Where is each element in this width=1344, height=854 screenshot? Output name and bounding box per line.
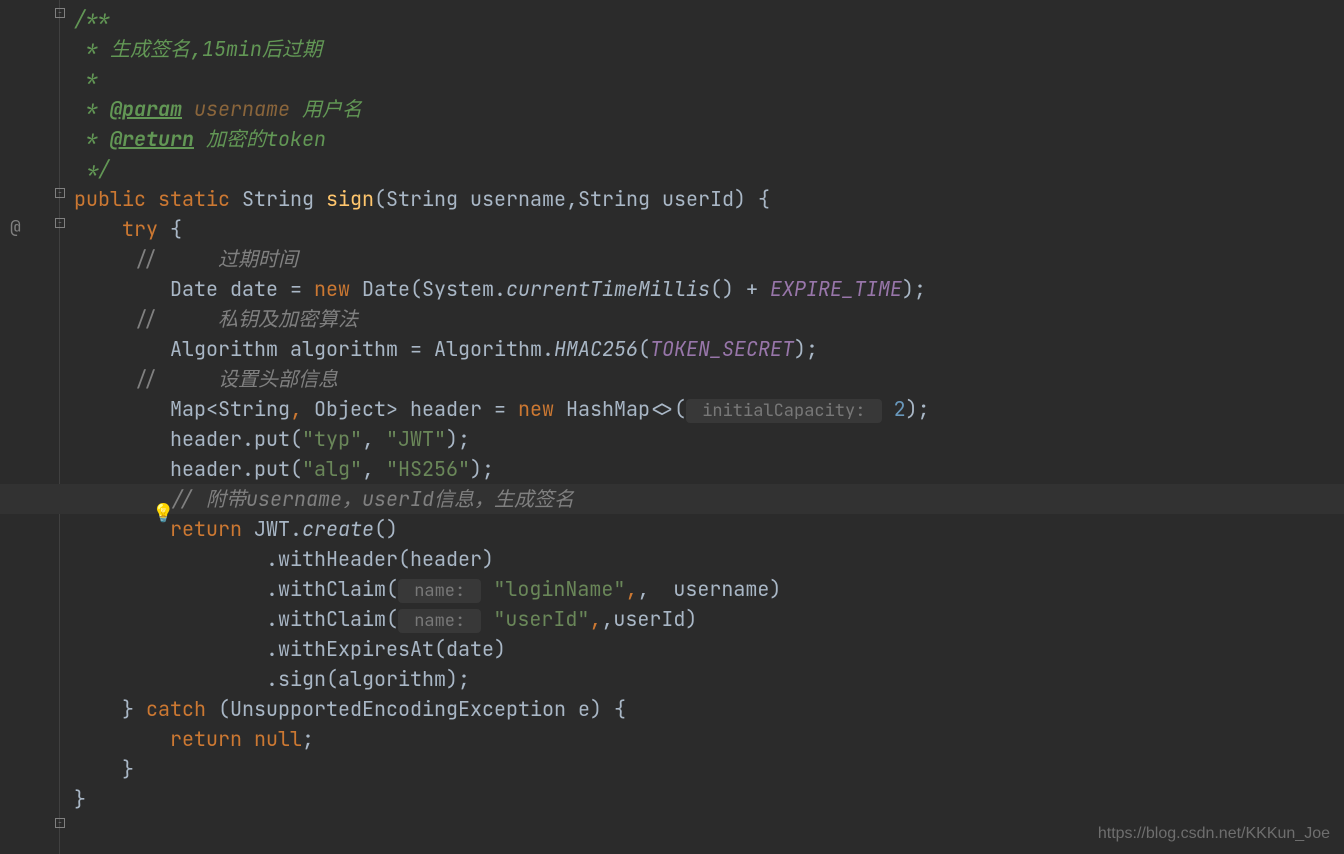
code-text: .withHeader(header) [266,546,494,572]
comment-slash: // [134,304,158,334]
bulb-icon[interactable]: 💡 [152,500,174,527]
constant: EXPIRE_TIME [770,276,902,302]
static-method: create [302,516,374,542]
string: "JWT" [386,426,446,452]
keyword: new [314,276,350,302]
javadoc-line: * [74,96,110,122]
javadoc-tag: @param [110,96,182,122]
code-text: Algorithm algorithm = Algorithm. [170,336,554,362]
comment: // 附带username，userId信息，生成签名 [170,486,574,512]
comma: , [589,606,601,632]
keyword: new [518,396,554,422]
keyword: return [170,726,242,752]
comma: , [625,576,637,602]
number: 2 [894,396,906,422]
parameter-hint: name: [398,579,481,603]
javadoc-line: /** [74,6,110,32]
code-text: , [362,426,386,452]
code-text: ); [446,426,470,452]
code-text: () [374,516,398,542]
javadoc-text: 用户名 [290,96,362,122]
javadoc-line: * 生成签名,15min后过期 [74,36,322,62]
brace: } [122,756,134,782]
code-text: () + [710,276,770,302]
code-text: ); [906,396,930,422]
javadoc-param: username [182,96,290,122]
type: String [242,186,314,212]
code-text: Date(System. [350,276,506,302]
comment-slash: // [134,244,158,274]
code-text: Object> header = [302,396,518,422]
comment-slash: // [134,364,158,394]
javadoc-text: 加密的token [194,126,326,152]
keyword: static [158,186,230,212]
javadoc-line: * [74,66,98,92]
override-icon[interactable]: @ [10,214,21,241]
code-text: , [362,456,386,482]
code-text: ); [470,456,494,482]
code-text: header.put( [170,456,302,482]
string: "loginName" [493,576,625,602]
string: "userId" [493,606,589,632]
code-text: Map<String [170,396,290,422]
gutter: − − @ − − [0,0,60,854]
code-text: .withClaim( [266,606,398,632]
comment: 设置头部信息 [218,366,338,392]
method-name: sign [326,186,374,212]
static-method: currentTimeMillis [506,276,710,302]
brace: } [122,696,146,722]
javadoc-line: */ [74,156,110,182]
keyword: return [170,516,242,542]
string: "alg" [302,456,362,482]
constant: TOKEN_SECRET [650,336,794,362]
code-text: Date date = [170,276,314,302]
code-text: .withClaim( [266,576,398,602]
code-text: header.put( [170,426,302,452]
string: "typ" [302,426,362,452]
comment: 过期时间 [218,246,298,272]
javadoc-line: * [74,126,110,152]
code-text: HashMap<>( [554,396,686,422]
javadoc-tag: @return [110,126,194,152]
comma: , [290,396,302,422]
code-text: ); [902,276,926,302]
code-editor[interactable]: − − @ − − /** * 生成签名,15min后过期 * * @param… [0,0,1344,854]
code-text: , username) [637,576,781,602]
brace: { [158,216,182,242]
code-text: ); [794,336,818,362]
keyword: catch [146,696,206,722]
keyword: public [74,186,146,212]
watermark: https://blog.csdn.net/KKKun_Joe [1098,822,1330,846]
code-text: JWT. [242,516,302,542]
keyword: null [254,726,302,752]
code-text: .withExpiresAt(date) [266,636,506,662]
paren: ( [638,336,650,362]
brace: } [74,786,86,812]
static-method: HMAC256 [554,336,638,362]
code-area[interactable]: /** * 生成签名,15min后过期 * * @param username … [60,0,1344,854]
params: (String username,String userId) { [374,186,770,212]
semi: ; [302,726,314,752]
code-text: (UnsupportedEncodingException e) { [206,696,626,722]
comment: 私钥及加密算法 [218,306,358,332]
code-text: ,userId) [601,606,697,632]
code-text: .sign(algorithm); [266,666,470,692]
parameter-hint: initialCapacity: [686,399,882,423]
parameter-hint: name: [398,609,481,633]
keyword: try [122,216,158,242]
string: "HS256" [386,456,470,482]
